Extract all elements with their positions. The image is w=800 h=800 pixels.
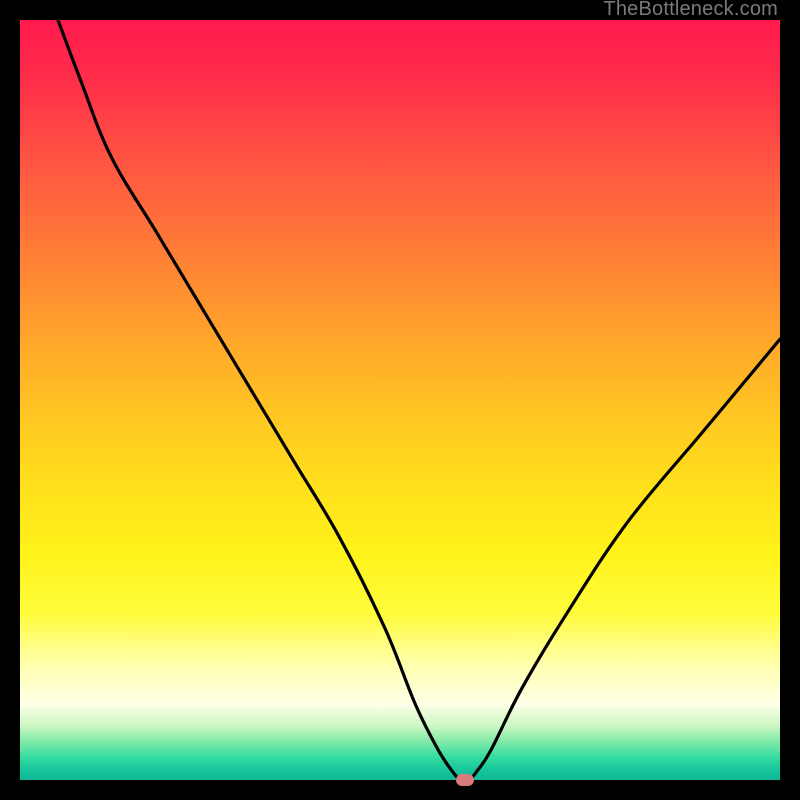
- bottleneck-curve: [20, 20, 780, 780]
- optimal-point-marker: [456, 774, 474, 786]
- chart-frame: [20, 20, 780, 780]
- watermark-text: TheBottleneck.com: [603, 0, 778, 21]
